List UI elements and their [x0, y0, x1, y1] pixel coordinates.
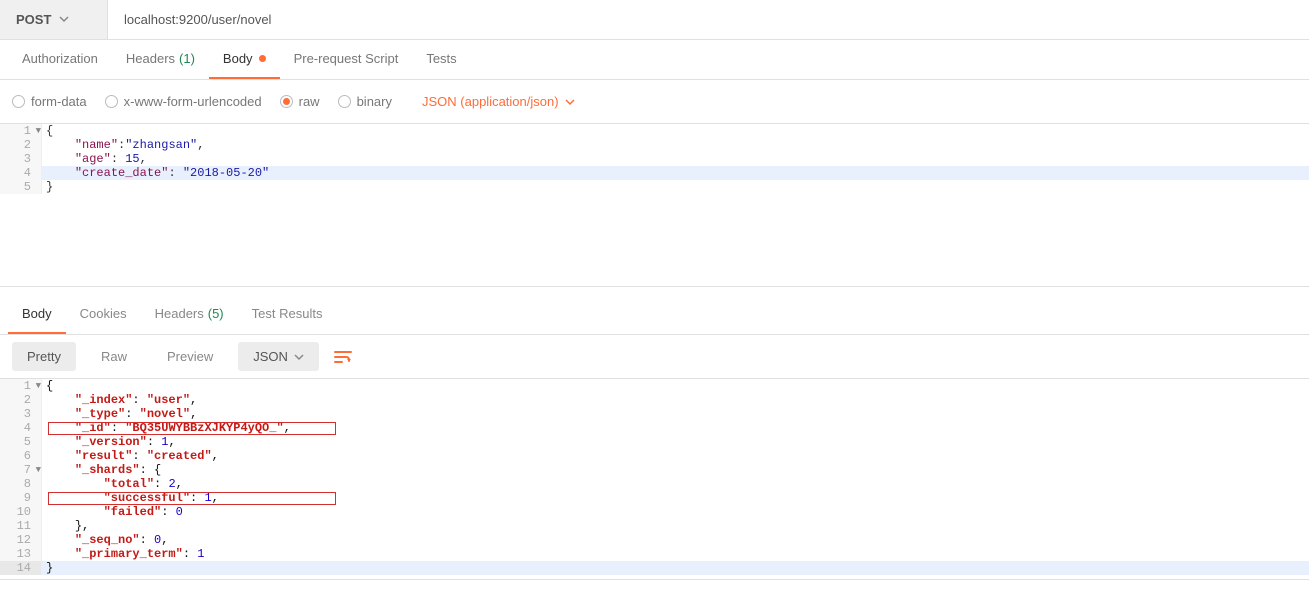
radio-urlencoded[interactable]: x-www-form-urlencoded: [105, 94, 262, 109]
tab-authorization[interactable]: Authorization: [8, 40, 112, 79]
view-preview-button[interactable]: Preview: [152, 342, 228, 371]
request-url-input[interactable]: [108, 0, 1309, 39]
http-method-select[interactable]: POST: [0, 0, 108, 39]
chevron-down-icon: [59, 12, 69, 27]
tab-body[interactable]: Body: [209, 40, 280, 79]
tab-headers[interactable]: Headers (1): [112, 40, 209, 79]
body-type-row: form-data x-www-form-urlencoded raw bina…: [0, 80, 1309, 124]
request-body-editor[interactable]: 1▼{ 2 "name":"zhangsan", 3 "age": 15, 4 …: [0, 124, 1309, 287]
resp-tab-headers[interactable]: Headers(5): [141, 295, 238, 334]
radio-form-data[interactable]: form-data: [12, 94, 87, 109]
response-view-bar: Pretty Raw Preview JSON: [0, 335, 1309, 379]
response-format-select[interactable]: JSON: [238, 342, 319, 371]
radio-raw[interactable]: raw: [280, 94, 320, 109]
request-tabs: Authorization Headers (1) Body Pre-reque…: [0, 40, 1309, 80]
resp-tab-cookies[interactable]: Cookies: [66, 295, 141, 334]
wrap-lines-button[interactable]: [329, 343, 357, 371]
view-pretty-button[interactable]: Pretty: [12, 342, 76, 371]
radio-binary[interactable]: binary: [338, 94, 392, 109]
chevron-down-icon: [565, 97, 575, 107]
view-raw-button[interactable]: Raw: [86, 342, 142, 371]
chevron-down-icon: [294, 352, 304, 362]
response-body-editor[interactable]: 1▼{ 2 "_index": "user", 3 "_type": "nove…: [0, 379, 1309, 580]
http-method-label: POST: [16, 12, 51, 27]
content-type-select[interactable]: JSON (application/json): [422, 94, 575, 109]
tab-tests[interactable]: Tests: [412, 40, 470, 79]
resp-tab-tests[interactable]: Test Results: [238, 295, 337, 334]
resp-tab-body[interactable]: Body: [8, 295, 66, 334]
response-tabs: Body Cookies Headers(5) Test Results: [0, 295, 1309, 335]
unsaved-dot-icon: [259, 55, 266, 62]
wrap-icon: [334, 350, 352, 364]
tab-prerequest[interactable]: Pre-request Script: [280, 40, 413, 79]
